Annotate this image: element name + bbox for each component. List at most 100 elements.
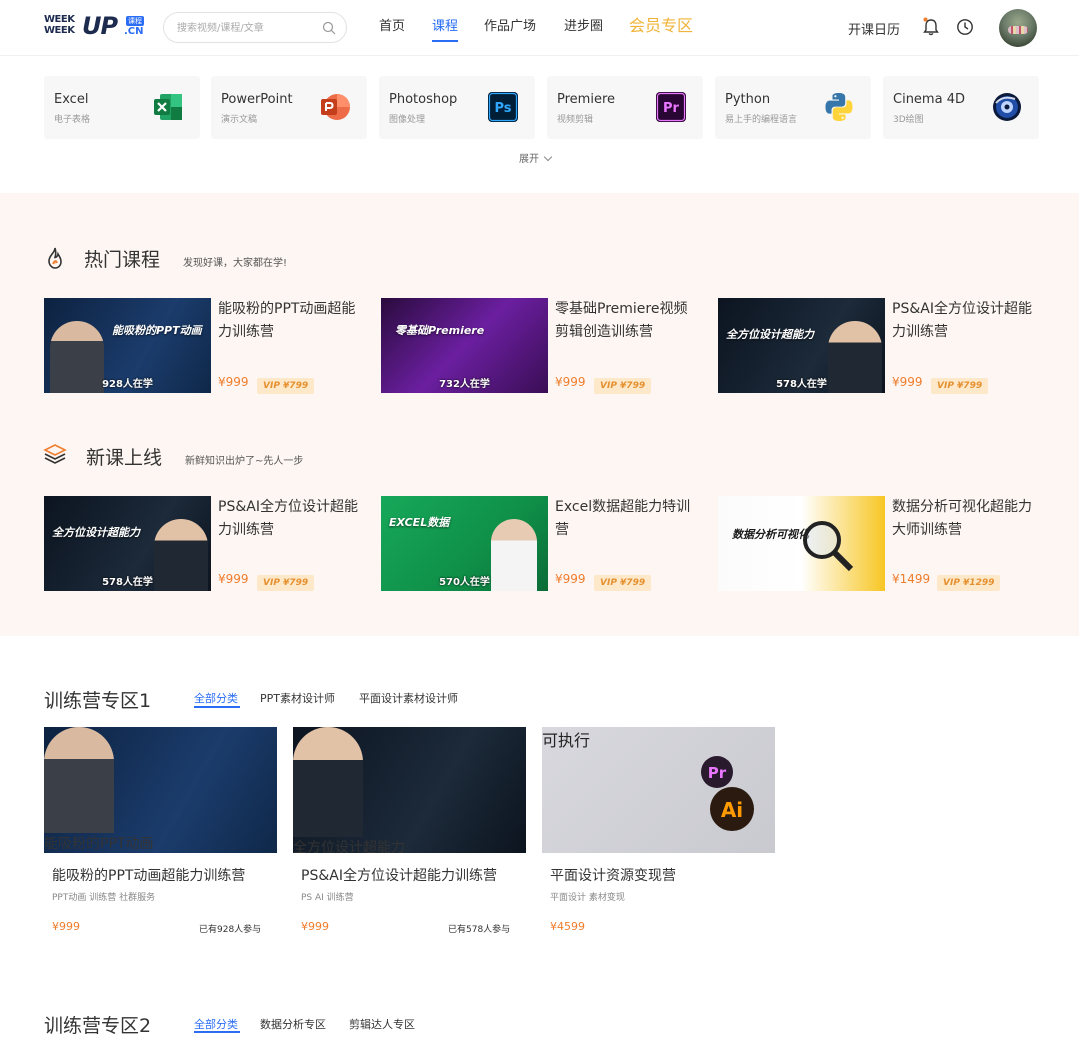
camp-price: ¥999 bbox=[52, 920, 80, 933]
nav-vip-zone[interactable]: 会员专区 bbox=[629, 15, 693, 37]
python-icon bbox=[825, 93, 853, 121]
chevron-down-icon bbox=[543, 152, 553, 162]
zone1-tab-all[interactable]: 全部分类 bbox=[194, 690, 238, 706]
course-thumbnail[interactable]: 全方位设计超能力 578人在学 bbox=[44, 496, 211, 591]
camp-title[interactable]: 平面设计资源变现营 bbox=[550, 865, 676, 885]
course-thumbnail[interactable]: 全方位设计超能力 578人在学 bbox=[718, 298, 885, 393]
zone2-title: 训练营专区2 bbox=[44, 1015, 152, 1037]
svg-text:Ps: Ps bbox=[494, 101, 511, 116]
category-name: Cinema 4D bbox=[893, 92, 965, 107]
logo-text-week-2: WEEK bbox=[44, 25, 75, 36]
top-header: WEEK WEEK UP 课程 .CN 首页 课程 作品广场 进步圈 会员专区 … bbox=[0, 0, 1079, 56]
course-price: ¥999 bbox=[555, 572, 586, 586]
vip-price-badge: VIP ¥799 bbox=[594, 575, 652, 591]
course-title[interactable]: 能吸粉的PPT动画超能力训练营 bbox=[218, 298, 358, 344]
expand-label: 展开 bbox=[519, 154, 539, 165]
category-card-excel[interactable]: Excel 电子表格 bbox=[44, 76, 200, 139]
vip-price-badge: VIP ¥799 bbox=[257, 378, 315, 394]
camp-tags: 平面设计 素材变现 bbox=[550, 893, 625, 903]
camp-price: ¥999 bbox=[301, 920, 329, 933]
camp-thumbnail[interactable]: 能吸粉的PPT动画 bbox=[44, 727, 277, 853]
category-sub: 易上手的编程语言 bbox=[725, 115, 798, 125]
nav-progress[interactable]: 进步圈 bbox=[564, 18, 603, 36]
user-avatar[interactable] bbox=[999, 9, 1037, 47]
course-thumbnail[interactable]: 零基础Premiere 732人在学 bbox=[381, 298, 548, 393]
camp-title[interactable]: 能吸粉的PPT动画超能力训练营 bbox=[52, 865, 245, 885]
camp-title[interactable]: PS&AI全方位设计超能力训练营 bbox=[301, 865, 497, 885]
zone1-tab-graphic[interactable]: 平面设计素材设计师 bbox=[359, 690, 458, 706]
course-thumbnail[interactable]: EXCEL数据 570人在学 bbox=[381, 496, 548, 591]
camp-price: ¥4599 bbox=[550, 920, 585, 933]
course-price: ¥1499 bbox=[892, 572, 931, 586]
learner-count: 570人在学 bbox=[439, 577, 490, 588]
bell-icon[interactable] bbox=[922, 17, 940, 37]
learner-count: 732人在学 bbox=[439, 379, 490, 390]
thumbnail-title: 能吸粉的PPT动画 bbox=[112, 324, 202, 337]
course-calendar-link[interactable]: 开课日历 bbox=[848, 19, 900, 38]
course-title[interactable]: Excel数据超能力特训营 bbox=[555, 496, 695, 542]
layers-icon bbox=[43, 444, 67, 464]
instructor-photo bbox=[293, 727, 363, 837]
category-sub: 图像处理 bbox=[389, 115, 426, 125]
premiere-icon: Pr bbox=[656, 92, 686, 122]
excel-icon bbox=[154, 94, 182, 120]
category-row: Excel 电子表格 PowerPoint 演示文稿 Photoshop 图像处… bbox=[44, 76, 1039, 139]
hot-section-subtitle: 发现好课，大家都在学! bbox=[183, 258, 288, 269]
camp-tags: PS AI 训练营 bbox=[301, 893, 354, 903]
svg-text:Pr: Pr bbox=[663, 101, 680, 116]
category-card-premiere[interactable]: Premiere 视频剪辑 Pr bbox=[547, 76, 703, 139]
vip-price-badge: VIP ¥799 bbox=[594, 378, 652, 394]
course-price: ¥999 bbox=[218, 375, 249, 389]
zone1-tab-indicator bbox=[194, 706, 240, 708]
thumbnail-title: EXCEL数据 bbox=[389, 516, 450, 529]
category-card-cinema4d[interactable]: Cinema 4D 3D绘图 bbox=[883, 76, 1039, 139]
photoshop-icon: Ps bbox=[488, 92, 518, 122]
course-thumbnail[interactable]: 数据分析可视化 bbox=[718, 496, 885, 591]
category-card-python[interactable]: Python 易上手的编程语言 bbox=[715, 76, 871, 139]
learner-count: 578人在学 bbox=[776, 379, 827, 390]
expand-toggle[interactable]: 展开 bbox=[519, 150, 553, 165]
nav-courses[interactable]: 课程 bbox=[432, 18, 458, 36]
category-sub: 视频剪辑 bbox=[557, 115, 594, 125]
logo-badge: 课程 bbox=[126, 16, 144, 26]
course-title[interactable]: 零基础Premiere视频剪辑创造训练营 bbox=[555, 298, 695, 344]
category-sub: 电子表格 bbox=[54, 115, 91, 125]
site-logo[interactable]: WEEK WEEK UP 课程 .CN bbox=[44, 14, 144, 42]
category-name: Photoshop bbox=[389, 92, 458, 107]
thumbnail-title: 全方位设计超能力 bbox=[293, 840, 405, 853]
category-card-powerpoint[interactable]: PowerPoint 演示文稿 bbox=[211, 76, 367, 139]
search-box bbox=[163, 12, 347, 43]
course-title[interactable]: PS&AI全方位设计超能力训练营 bbox=[218, 496, 358, 542]
logo-text-cn: .CN bbox=[124, 26, 144, 37]
search-icon[interactable] bbox=[322, 21, 336, 35]
vip-price-badge: VIP ¥799 bbox=[257, 575, 315, 591]
zone2-tab-data[interactable]: 数据分析专区 bbox=[260, 1016, 326, 1032]
cinema4d-icon bbox=[993, 93, 1021, 121]
camp-thumbnail[interactable]: 全方位设计超能力 bbox=[293, 727, 526, 853]
camp-participants: 已有578人参与 bbox=[448, 925, 511, 935]
nav-active-indicator bbox=[432, 40, 458, 42]
vip-price-badge: VIP ¥1299 bbox=[937, 575, 1001, 591]
course-thumbnail[interactable]: 能吸粉的PPT动画 928人在学 bbox=[44, 298, 211, 393]
zone1-tab-ppt[interactable]: PPT素材设计师 bbox=[260, 690, 335, 706]
course-title[interactable]: 数据分析可视化超能力大师训练营 bbox=[892, 496, 1032, 542]
course-title[interactable]: PS&AI全方位设计超能力训练营 bbox=[892, 298, 1032, 344]
zone2-tab-all[interactable]: 全部分类 bbox=[194, 1016, 238, 1032]
category-sub: 演示文稿 bbox=[221, 115, 258, 125]
category-name: Excel bbox=[54, 92, 89, 107]
camp-tags: PPT动画 训练营 社群服务 bbox=[52, 893, 156, 903]
camp-thumbnail[interactable]: 可执行 Pr Ai bbox=[542, 727, 775, 853]
clock-icon[interactable] bbox=[956, 18, 974, 36]
nav-works[interactable]: 作品广场 bbox=[484, 18, 536, 36]
category-name: PowerPoint bbox=[221, 92, 293, 107]
fire-icon bbox=[48, 247, 62, 269]
logo-text-week-1: WEEK bbox=[44, 14, 75, 25]
instructor-photo bbox=[44, 727, 114, 833]
zone2-tab-editing[interactable]: 剪辑达人专区 bbox=[349, 1016, 415, 1032]
camp-participants: 已有928人参与 bbox=[199, 925, 262, 935]
course-price: ¥999 bbox=[555, 375, 586, 389]
category-card-photoshop[interactable]: Photoshop 图像处理 Ps bbox=[379, 76, 535, 139]
search-input[interactable] bbox=[177, 19, 317, 37]
svg-text:Ai: Ai bbox=[721, 798, 743, 822]
nav-home[interactable]: 首页 bbox=[379, 18, 405, 36]
